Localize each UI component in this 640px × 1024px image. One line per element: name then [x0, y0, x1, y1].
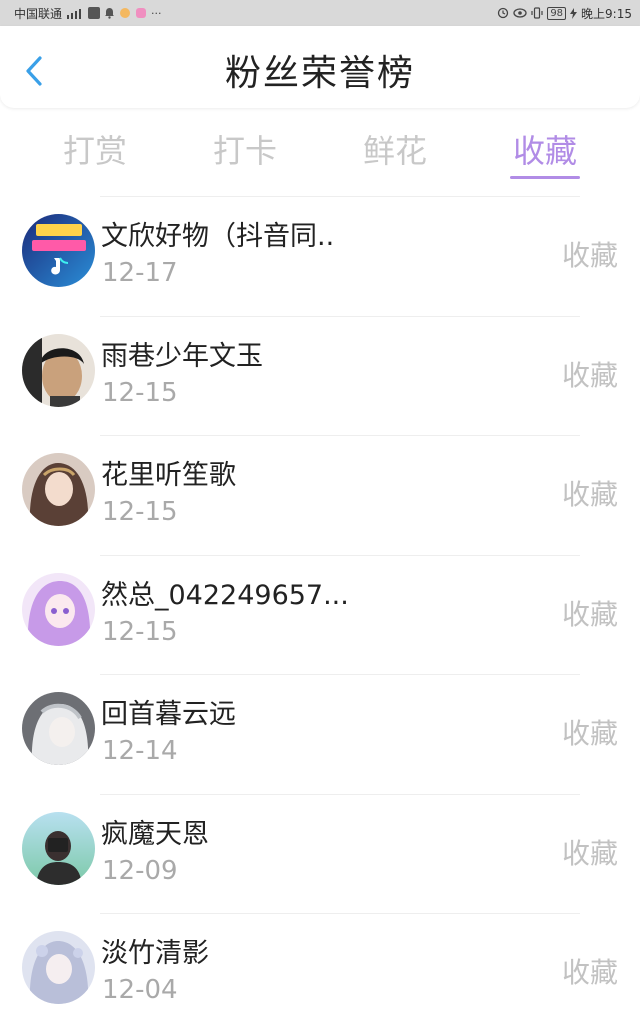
list-item[interactable]: 疯魔天恩 12-09 收藏 — [0, 793, 640, 914]
fan-date: 12-14 — [102, 736, 178, 766]
charging-icon — [570, 7, 578, 19]
tab-favorites[interactable]: 收藏 — [490, 126, 600, 172]
fan-name: 然总_042249657... — [101, 579, 349, 611]
tab-checkin[interactable]: 打卡 — [190, 126, 300, 172]
clock-label: 晚上9:15 — [581, 6, 632, 21]
bell-icon — [104, 7, 115, 19]
status-bar-right: 98 晚上9:15 — [497, 5, 632, 22]
vibrate-icon — [531, 7, 543, 19]
favorite-label: 收藏 — [561, 358, 618, 392]
favorite-label: 收藏 — [561, 836, 618, 870]
fan-date: 12-15 — [102, 377, 178, 408]
list-item[interactable]: 花里听笙歌 12-15 收藏 — [0, 435, 640, 555]
fan-date: 12-04 — [102, 975, 178, 1005]
avatar — [22, 692, 95, 765]
carrier-label: 中国联通 — [14, 6, 63, 21]
avatar — [22, 214, 95, 287]
active-tab-indicator — [510, 176, 580, 179]
more-notifications-icon: ··· — [151, 6, 162, 20]
list-item[interactable]: 雨巷少年文玉 12-15 收藏 — [0, 315, 640, 436]
signal-icon — [66, 8, 84, 19]
avatar — [22, 333, 95, 407]
app-notification-icon — [88, 7, 101, 19]
fan-name: 疯魔天恩 — [101, 818, 209, 850]
favorite-label: 收藏 — [561, 717, 618, 750]
fan-name: 文欣好物（抖音同.. — [101, 221, 335, 252]
favorite-label: 收藏 — [561, 956, 618, 989]
fan-date: 12-15 — [102, 497, 178, 527]
list-item[interactable]: 淡竹清影 12-04 收藏 — [0, 913, 640, 1024]
favorite-label: 收藏 — [561, 478, 618, 511]
fan-name: 回首暮云远 — [101, 699, 236, 730]
page-title: 粉丝荣誉榜 — [224, 53, 415, 94]
eye-icon — [513, 8, 527, 18]
fan-name: 雨巷少年文玉 — [101, 340, 263, 372]
avatar — [22, 931, 95, 1004]
fan-name: 淡竹清影 — [101, 938, 209, 969]
alarm-icon — [497, 7, 509, 19]
fan-date: 12-09 — [102, 855, 178, 886]
avatar — [22, 453, 95, 526]
status-bar-left: 中国联通 ··· — [14, 5, 162, 22]
fan-date: 12-15 — [102, 616, 178, 647]
tab-reward[interactable]: 打赏 — [40, 126, 150, 172]
tab-flowers[interactable]: 鲜花 — [340, 126, 450, 172]
list-item[interactable]: 回首暮云远 12-14 收藏 — [0, 674, 640, 794]
avatar — [22, 811, 95, 885]
battery-icon: 98 — [547, 6, 567, 20]
status-bar: 中国联通 ··· 98 晚上9:15 — [0, 0, 640, 26]
list-item[interactable]: 然总_042249657... 12-15 收藏 — [0, 554, 640, 675]
avatar — [22, 572, 95, 646]
page-header: 粉丝荣誉榜 — [0, 26, 640, 108]
chat-app-icon — [119, 7, 131, 19]
fan-list: 文欣好物（抖音同.. 12-17 收藏 雨巷少年文玉 12-15 收藏 花里听笙… — [0, 196, 640, 1024]
fan-date: 12-17 — [102, 258, 178, 288]
favorite-label: 收藏 — [561, 239, 618, 272]
list-item[interactable]: 文欣好物（抖音同.. 12-17 收藏 — [0, 196, 640, 316]
fan-name: 花里听笙歌 — [101, 460, 236, 491]
favorite-label: 收藏 — [561, 597, 618, 631]
camera-app-icon — [135, 7, 147, 19]
